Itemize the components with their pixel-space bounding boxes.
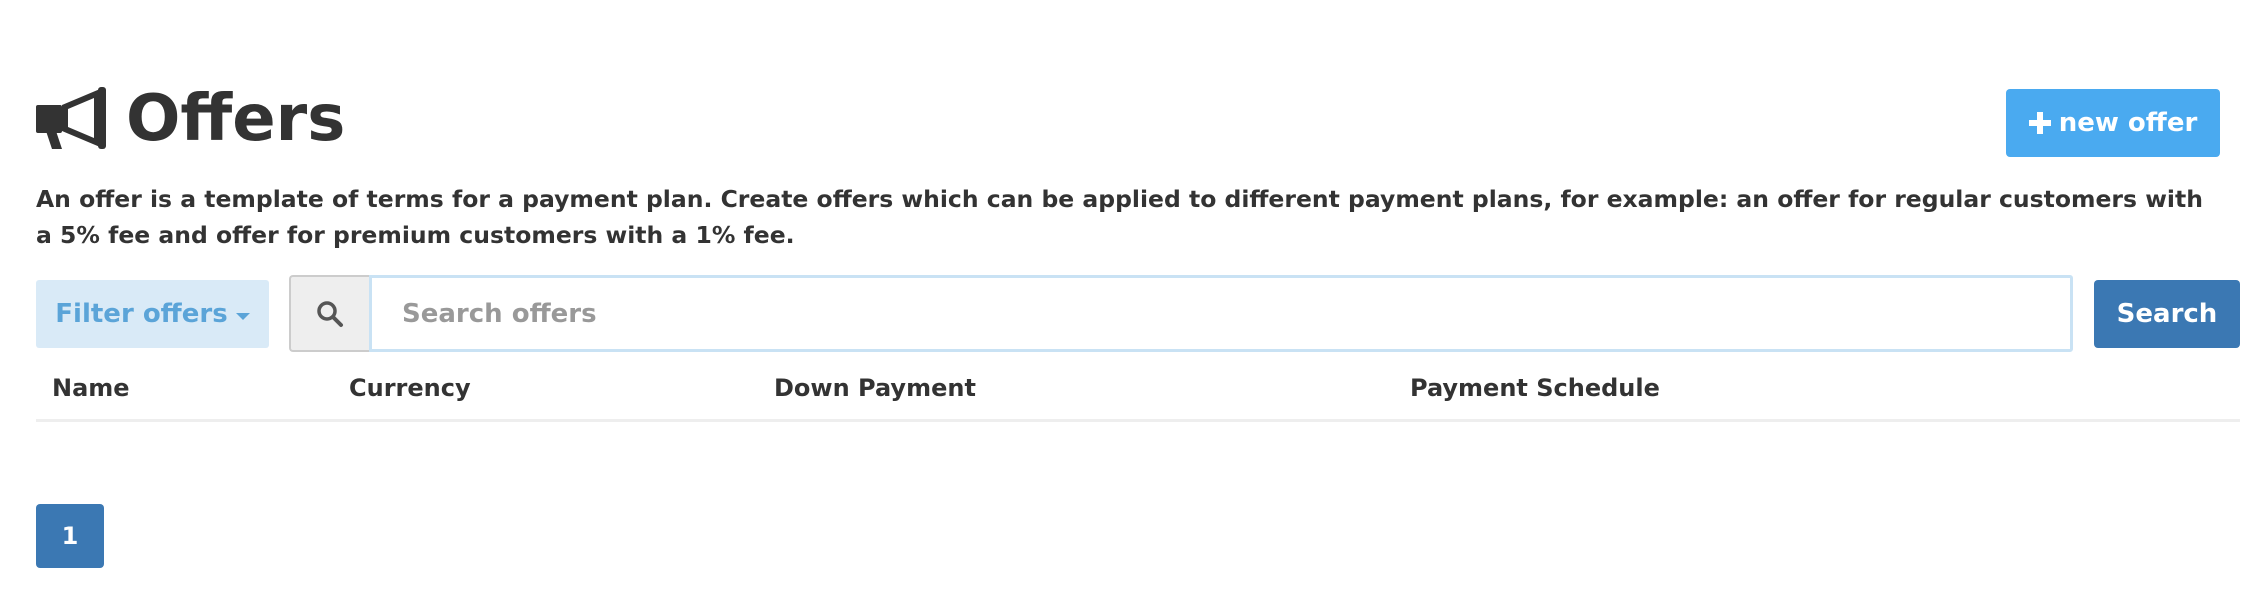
search-input[interactable] — [369, 275, 2073, 352]
plus-icon — [2028, 107, 2051, 139]
column-header-currency[interactable]: Currency — [349, 374, 471, 402]
column-header-name[interactable]: Name — [52, 374, 130, 402]
caret-down-icon — [235, 312, 250, 320]
filter-offers-dropdown[interactable]: Filter offers — [36, 280, 269, 348]
page-header: Offers — [36, 84, 345, 154]
offers-page: Offers new offer An offer is a template … — [0, 0, 2264, 608]
search-group — [289, 275, 2073, 352]
search-icon — [289, 275, 369, 352]
filter-offers-label: Filter offers — [55, 299, 228, 329]
search-button[interactable]: Search — [2094, 280, 2240, 348]
page-description: An offer is a template of terms for a pa… — [36, 185, 2203, 249]
pagination-page-1[interactable]: 1 — [36, 504, 104, 568]
table-header: Name Currency Down Payment Payment Sched… — [36, 366, 2240, 422]
megaphone-icon — [36, 87, 110, 151]
new-offer-button[interactable]: new offer — [2006, 89, 2220, 157]
column-header-down-payment[interactable]: Down Payment — [774, 374, 976, 402]
page-title: Offers — [126, 82, 346, 156]
new-offer-label: new offer — [2058, 108, 2198, 138]
column-header-payment-schedule[interactable]: Payment Schedule — [1410, 374, 1660, 402]
